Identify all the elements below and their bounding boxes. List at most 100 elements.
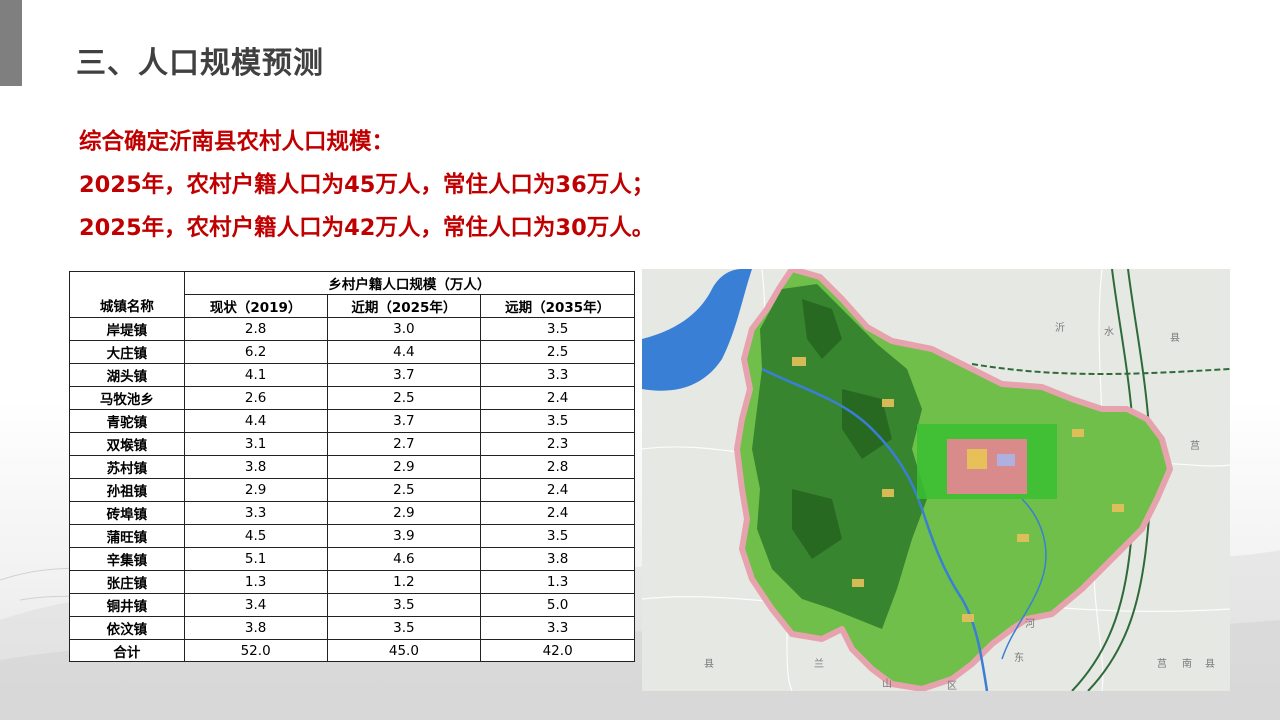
current-value-cell: 6.2 [183, 340, 328, 364]
table-row: 大庄镇 6.2 4.4 2.5 [69, 340, 635, 364]
current-value-cell: 2.8 [183, 317, 328, 341]
table-total-row: 合计 52.0 45.0 42.0 [69, 639, 635, 662]
table-row: 铜井镇 3.4 3.5 5.0 [69, 593, 635, 617]
map-label-dong: 东 [1014, 651, 1024, 664]
map-label-nan: 南 [1182, 657, 1192, 670]
map-label-ju2: 莒 [1157, 658, 1167, 670]
urban-district [997, 454, 1015, 466]
town-name-cell: 马牧池乡 [69, 386, 185, 410]
group-header: 乡村户籍人口规模（万人） [183, 271, 636, 295]
town-name-cell: 砖埠镇 [69, 501, 185, 525]
map-label-lan: 兰 [814, 657, 824, 670]
near-value-cell: 3.7 [326, 409, 482, 433]
table-row: 砖埠镇 3.3 2.9 2.4 [69, 501, 635, 525]
town-name-cell: 岸堤镇 [69, 317, 185, 341]
near-value-cell: 3.9 [326, 524, 482, 548]
near-value-cell: 2.5 [326, 478, 482, 502]
map-label-he: 河 [1025, 618, 1035, 630]
map-graphic: 沂 水 县 莒 河 东 莒 南 县 县 兰 山 区 [642, 269, 1230, 691]
table-row: 湖头镇 4.1 3.7 3.3 [69, 363, 635, 387]
column-header-town: 城镇名称 [69, 271, 185, 318]
map-label-xian-bl: 县 [704, 658, 714, 670]
town-name-cell: 铜井镇 [69, 593, 185, 617]
far-value-cell: 3.3 [480, 363, 635, 387]
near-value-cell: 4.4 [326, 340, 482, 364]
town-name-cell: 青驼镇 [69, 409, 185, 433]
near-value-cell: 1.2 [326, 570, 482, 594]
current-value-cell: 2.6 [183, 386, 328, 410]
near-value-cell: 3.5 [326, 616, 482, 640]
table-row: 苏村镇 3.8 2.9 2.8 [69, 455, 635, 479]
near-value-cell: 3.5 [326, 593, 482, 617]
urban-core [967, 449, 987, 469]
far-value-cell: 2.3 [480, 432, 635, 456]
town-name-cell: 蒲旺镇 [69, 524, 185, 548]
table-row: 岸堤镇 2.8 3.0 3.5 [69, 317, 635, 341]
far-value-cell: 2.5 [480, 340, 635, 364]
map-label-xian-top: 县 [1170, 332, 1180, 344]
table-row: 孙祖镇 2.9 2.5 2.4 [69, 478, 635, 502]
town-name-cell: 湖头镇 [69, 363, 185, 387]
far-value-cell: 3.5 [480, 524, 635, 548]
current-value-cell: 3.1 [183, 432, 328, 456]
table-row: 辛集镇 5.1 4.6 3.8 [69, 547, 635, 571]
current-value-cell: 2.9 [183, 478, 328, 502]
column-header-near: 近期（2025年） [326, 294, 482, 318]
summary-line-2025-a: 2025年，农村户籍人口为45万人，常住人口为36万人； [79, 172, 655, 198]
page-title: 三、人口规模预测 [76, 46, 324, 81]
far-value-cell: 1.3 [480, 570, 635, 594]
far-value-cell: 2.4 [480, 386, 635, 410]
column-header-far: 远期（2035年） [480, 294, 635, 318]
town-name-cell: 依汶镇 [69, 616, 185, 640]
near-value-cell: 3.7 [326, 363, 482, 387]
town-name-cell: 双堠镇 [69, 432, 185, 456]
far-value-cell: 3.3 [480, 616, 635, 640]
table-body: 岸堤镇 2.8 3.0 3.5 大庄镇 6.2 4.4 2.5 湖头镇 4.1 3.7 3.3 马牧池乡… [69, 317, 635, 640]
far-value-cell: 5.0 [480, 593, 635, 617]
current-value-cell: 4.1 [183, 363, 328, 387]
table-row: 双堠镇 3.1 2.7 2.3 [69, 432, 635, 456]
current-value-cell: 4.5 [183, 524, 328, 548]
table-row: 马牧池乡 2.6 2.5 2.4 [69, 386, 635, 410]
near-value-cell: 2.9 [326, 501, 482, 525]
column-header-current: 现状（2019） [183, 294, 328, 318]
summary-line-2025-b: 2025年，农村户籍人口为42万人，常住人口为30万人。 [79, 215, 655, 241]
total-label: 合计 [69, 639, 185, 662]
current-value-cell: 5.1 [183, 547, 328, 571]
far-value-cell: 2.4 [480, 478, 635, 502]
county-map: 沂 水 县 莒 河 东 莒 南 县 县 兰 山 区 [642, 269, 1230, 691]
map-label-ju: 莒 [1190, 440, 1200, 452]
town-name-cell: 大庄镇 [69, 340, 185, 364]
near-value-cell: 2.7 [326, 432, 482, 456]
current-value-cell: 3.4 [183, 593, 328, 617]
town-name-cell: 孙祖镇 [69, 478, 185, 502]
map-label-qu: 区 [947, 680, 957, 691]
map-label-shui: 水 [1104, 326, 1114, 338]
title-accent-bar [0, 0, 22, 86]
total-current: 52.0 [183, 639, 328, 662]
summary-heading: 综合确定沂南县农村人口规模： [79, 129, 395, 155]
town-name-cell: 辛集镇 [69, 547, 185, 571]
summary-block: 综合确定沂南县农村人口规模： 2025年，农村户籍人口为45万人，常住人口为36… [79, 121, 654, 250]
current-value-cell: 4.4 [183, 409, 328, 433]
current-value-cell: 1.3 [183, 570, 328, 594]
population-table: 城镇名称 乡村户籍人口规模（万人） 现状（2019） 近期（2025年） 远期（… [69, 271, 636, 662]
town-name-cell: 张庄镇 [69, 570, 185, 594]
near-value-cell: 2.9 [326, 455, 482, 479]
town-name-cell: 苏村镇 [69, 455, 185, 479]
table-row: 蒲旺镇 4.5 3.9 3.5 [69, 524, 635, 548]
table-row: 依汶镇 3.8 3.5 3.3 [69, 616, 635, 640]
far-value-cell: 3.5 [480, 317, 635, 341]
map-label-xian-br: 县 [1205, 658, 1215, 670]
far-value-cell: 3.8 [480, 547, 635, 571]
table-row: 张庄镇 1.3 1.2 1.3 [69, 570, 635, 594]
far-value-cell: 2.4 [480, 501, 635, 525]
map-label-yi: 沂 [1055, 321, 1065, 334]
far-value-cell: 3.5 [480, 409, 635, 433]
near-value-cell: 4.6 [326, 547, 482, 571]
total-far: 42.0 [480, 639, 635, 662]
current-value-cell: 3.3 [183, 501, 328, 525]
near-value-cell: 2.5 [326, 386, 482, 410]
current-value-cell: 3.8 [183, 455, 328, 479]
table-row: 青驼镇 4.4 3.7 3.5 [69, 409, 635, 433]
